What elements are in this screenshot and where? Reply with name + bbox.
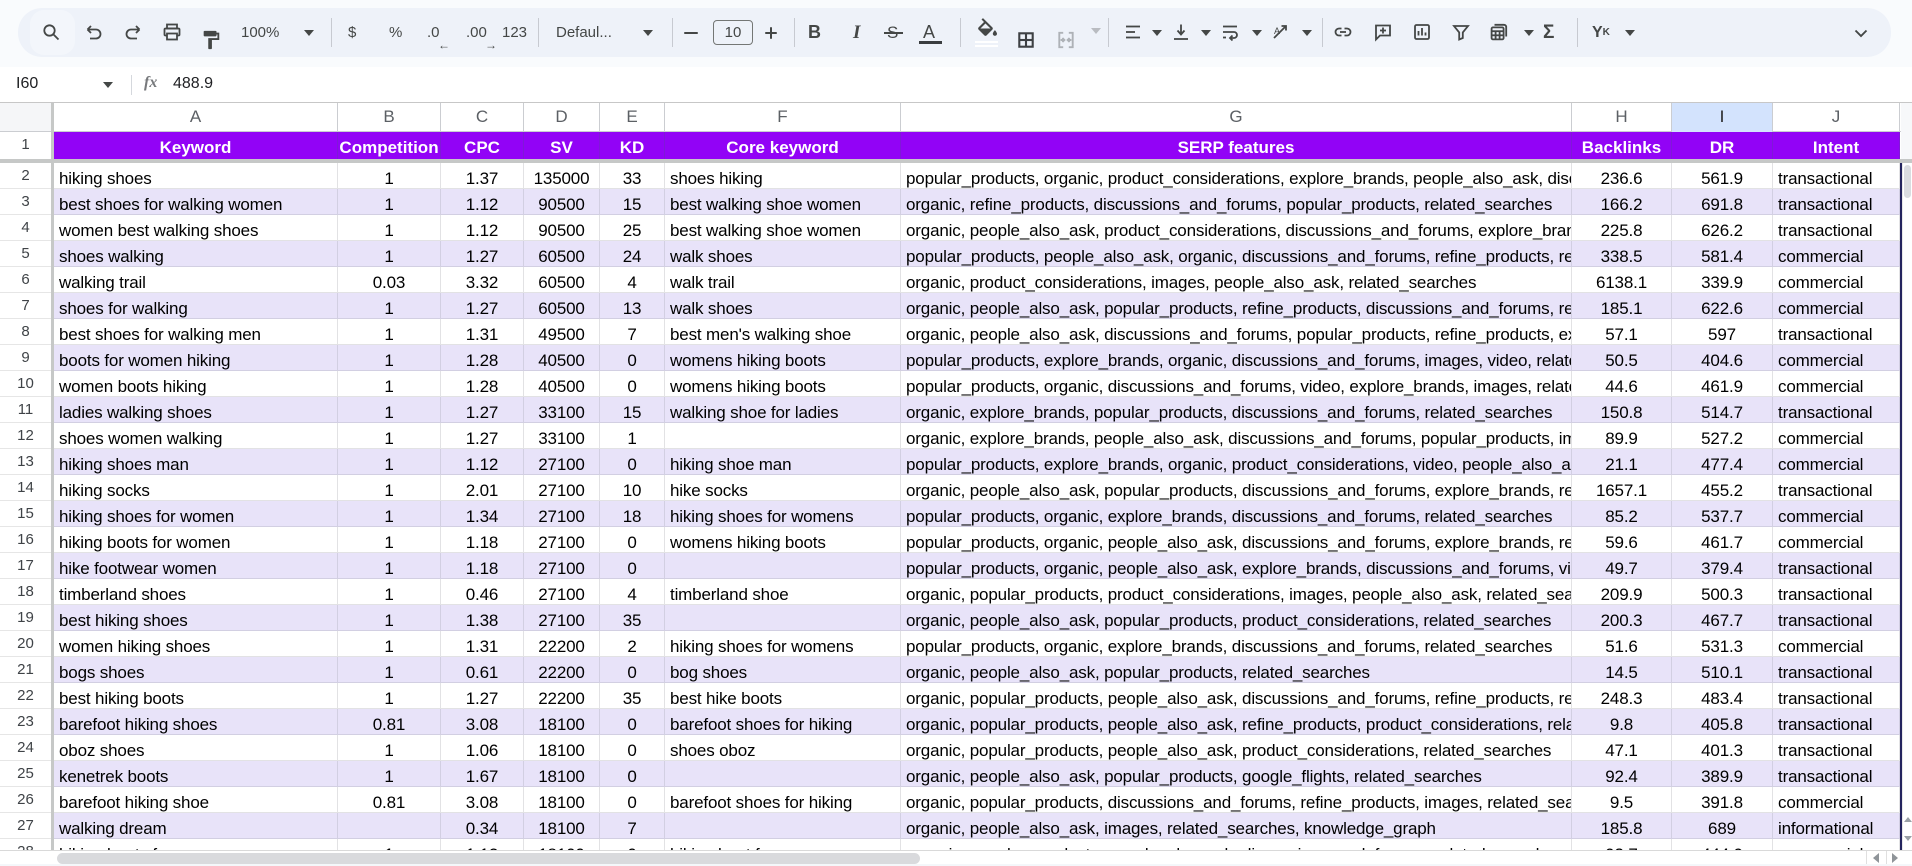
svg-text:A: A	[1274, 26, 1280, 36]
